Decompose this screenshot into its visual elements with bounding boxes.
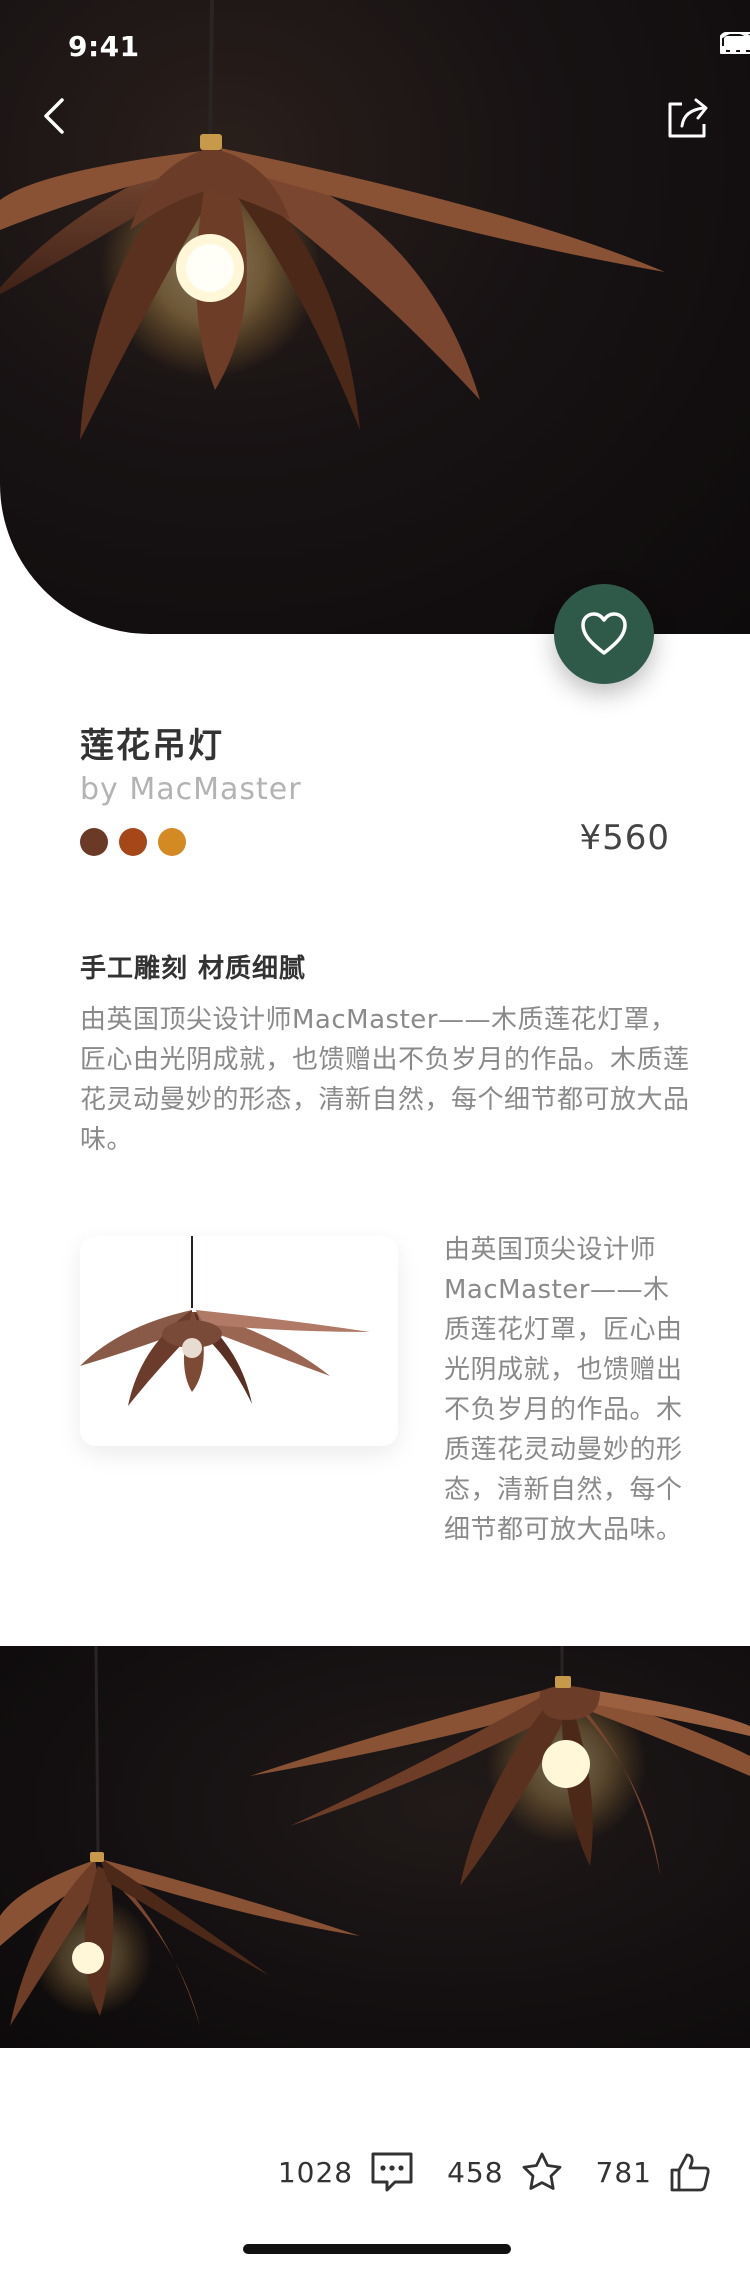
thumbs-up-icon [670, 2153, 710, 2192]
hero-image: 9:41 [0, 0, 750, 634]
battery-icon [720, 32, 750, 54]
product-title: 莲花吊灯 [80, 726, 224, 766]
share-icon [668, 98, 708, 138]
favorite-count: 458 [447, 2155, 504, 2189]
comment-button[interactable] [369, 2150, 415, 2194]
star-icon [522, 2152, 561, 2190]
action-bar: 1028 458 781 [278, 2150, 712, 2194]
product-designer: by MacMaster [80, 772, 302, 807]
lamps-banner-illustration [0, 1646, 750, 2026]
share-button[interactable] [660, 88, 716, 144]
banner-image [0, 1646, 750, 2048]
home-indicator [243, 2244, 511, 2254]
favorite-button[interactable] [554, 584, 654, 684]
star-button[interactable] [520, 2150, 564, 2194]
comment-count: 1028 [277, 2155, 354, 2189]
product-thumbnail[interactable] [80, 1236, 398, 1446]
section-description: 由英国顶尖设计师MacMaster——木质莲花灯罩，匠心由光阴成就，也馈赠出不负… [80, 1005, 690, 1155]
product-price: ¥560 [579, 818, 670, 858]
chevron-left-icon [44, 98, 64, 134]
comment-icon [371, 2152, 413, 2192]
lamp-thumbnail-image [80, 1236, 398, 1446]
back-button[interactable] [34, 88, 78, 144]
color-swatches [80, 828, 186, 856]
status-bar: 9:41 [0, 0, 750, 88]
color-swatch[interactable] [158, 828, 186, 856]
like-button[interactable] [668, 2150, 712, 2194]
like-count: 781 [595, 2155, 652, 2189]
section-heading: 手工雕刻 材质细腻 [80, 954, 307, 984]
heart-icon [581, 612, 627, 655]
lamp-illustration [0, 0, 665, 440]
color-swatch[interactable] [80, 828, 108, 856]
color-swatch[interactable] [119, 828, 147, 856]
status-time: 9:41 [68, 30, 140, 63]
thumbnail-description: 由英国顶尖设计师MacMaster——木质莲花灯罩，匠心由光阴成就，也馈赠出不负… [444, 1235, 683, 1545]
